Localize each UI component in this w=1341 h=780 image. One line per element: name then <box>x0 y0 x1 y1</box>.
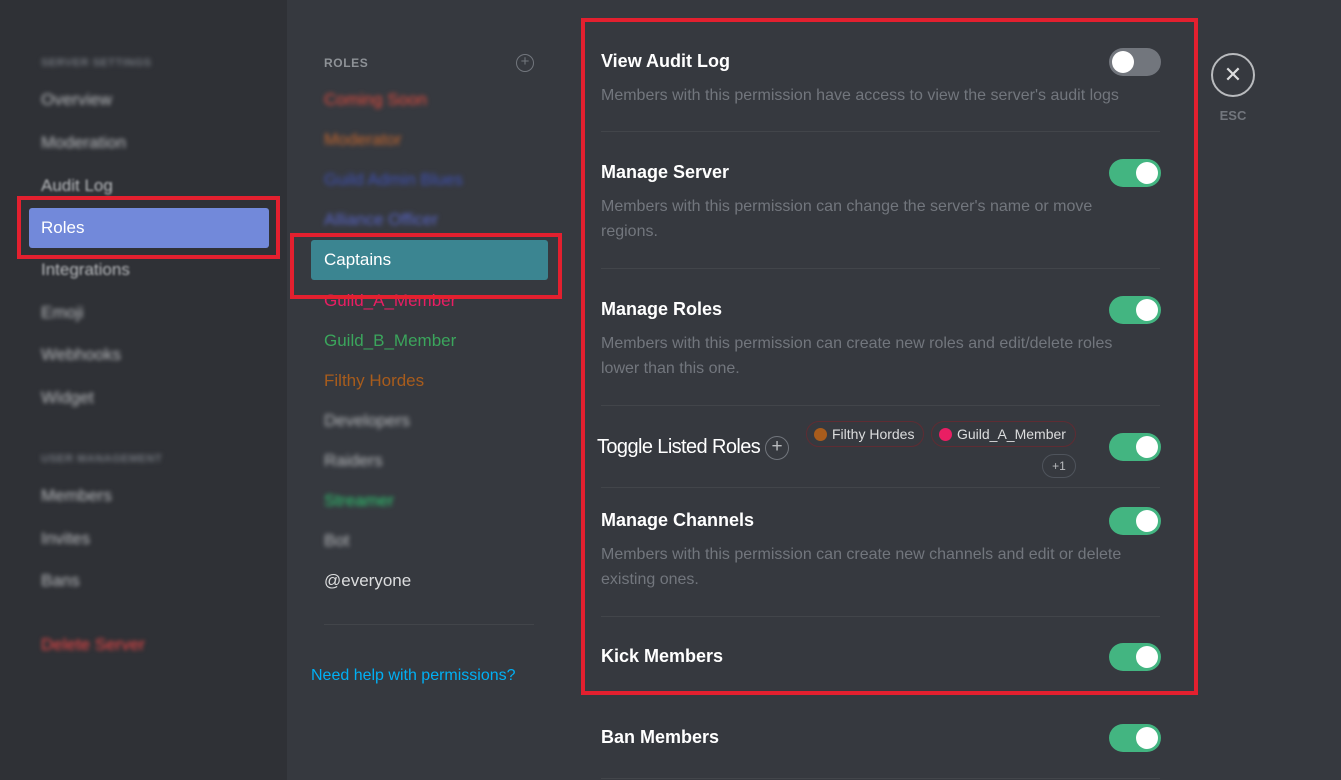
settings-sidebar: SERVER SETTINGS Overview Moderation Audi… <box>0 0 287 780</box>
role-item[interactable]: Coming Soon <box>324 89 427 111</box>
sidebar-item-delete-server[interactable]: Delete Server <box>41 634 145 656</box>
roles-divider <box>324 624 534 625</box>
role-color-dot <box>939 428 952 441</box>
permissions-help-link[interactable]: Need help with permissions? <box>311 667 516 685</box>
role-color-dot <box>814 428 827 441</box>
toggle-view-audit-log[interactable] <box>1109 48 1161 76</box>
sidebar-item-overview[interactable]: Overview <box>41 89 112 111</box>
sidebar-item-widget[interactable]: Widget <box>41 387 94 409</box>
perm-title-manage-channels: Manage Channels <box>601 510 755 530</box>
toggle-manage-channels[interactable] <box>1109 507 1161 535</box>
perm-title-manage-server: Manage Server <box>601 162 730 182</box>
role-chip-filthy-hordes[interactable]: Filthy Hordes <box>806 421 925 447</box>
sidebar-item-integrations[interactable]: Integrations <box>41 259 130 281</box>
sidebar-item-members[interactable]: Members <box>41 485 112 507</box>
sidebar-item-bans[interactable]: Bans <box>41 570 80 592</box>
sidebar-item-roles[interactable]: Roles <box>29 208 269 248</box>
role-item[interactable]: @everyone <box>324 570 411 592</box>
perm-title-view-audit-log: View Audit Log <box>601 51 730 71</box>
role-chip-label: Filthy Hordes <box>832 426 915 442</box>
roles-heading: ROLES <box>324 56 369 70</box>
divider <box>601 131 1160 132</box>
server-settings-heading: SERVER SETTINGS <box>41 57 152 69</box>
role-chip-label: Guild_A_Member <box>957 426 1066 442</box>
perm-title-ban-members: Ban Members <box>601 727 720 747</box>
divider <box>601 778 1160 779</box>
sidebar-item-moderation[interactable]: Moderation <box>41 132 126 154</box>
role-item[interactable]: Alliance Officer <box>324 209 438 231</box>
toggle-listed-roles[interactable] <box>1109 433 1161 461</box>
esc-label: ESC <box>1219 108 1247 123</box>
sidebar-item-audit-log[interactable]: Audit Log <box>41 175 113 197</box>
perm-title-manage-roles: Manage Roles <box>601 299 723 319</box>
toggle-manage-server[interactable] <box>1109 159 1161 187</box>
role-item[interactable]: Bot <box>324 530 350 552</box>
perm-desc-manage-roles: Members with this permission can create … <box>601 335 1113 377</box>
add-role-icon[interactable]: + <box>516 54 534 72</box>
plus-icon[interactable]: + <box>765 436 789 460</box>
divider <box>601 487 1160 488</box>
sidebar-item-webhooks[interactable]: Webhooks <box>41 344 121 366</box>
role-item[interactable]: Guild Admin Blues <box>324 169 463 191</box>
perm-title-kick-members: Kick Members <box>601 646 724 666</box>
divider <box>601 268 1160 269</box>
role-item[interactable]: Guild_B_Member <box>324 330 456 352</box>
role-item[interactable]: Filthy Hordes <box>324 370 424 392</box>
toggle-listed-roles-label: Toggle Listed Roles <box>597 436 761 458</box>
role-item[interactable]: Captains <box>311 240 548 280</box>
toggle-kick-members[interactable] <box>1109 643 1161 671</box>
more-roles-badge[interactable]: +1 <box>1042 454 1076 478</box>
role-chip-guild-a-member[interactable]: Guild_A_Member <box>931 421 1076 447</box>
divider <box>601 405 1160 406</box>
role-item[interactable]: Raiders <box>324 450 383 472</box>
perm-desc-manage-channels: Members with this permission can create … <box>601 546 1122 588</box>
role-item[interactable]: Streamer <box>324 490 394 512</box>
perm-desc-manage-server: Members with this permission can change … <box>601 198 1093 240</box>
role-item[interactable]: Moderator <box>324 129 401 151</box>
close-icon[interactable]: ✕ <box>1211 53 1255 97</box>
sidebar-item-invites[interactable]: Invites <box>41 528 90 550</box>
role-item[interactable]: Guild_A_Member <box>324 290 456 312</box>
toggle-ban-members[interactable] <box>1109 724 1161 752</box>
toggle-manage-roles[interactable] <box>1109 296 1161 324</box>
divider <box>601 616 1160 617</box>
sidebar-item-emoji[interactable]: Emoji <box>41 302 84 324</box>
user-management-heading: USER MANAGEMENT <box>41 453 163 465</box>
role-item[interactable]: Developers <box>324 410 410 432</box>
roles-list-panel: ROLES + Coming Soon Moderator Guild Admin … <box>287 0 557 780</box>
perm-desc-view-audit-log: Members with this permission have access… <box>601 87 1119 104</box>
